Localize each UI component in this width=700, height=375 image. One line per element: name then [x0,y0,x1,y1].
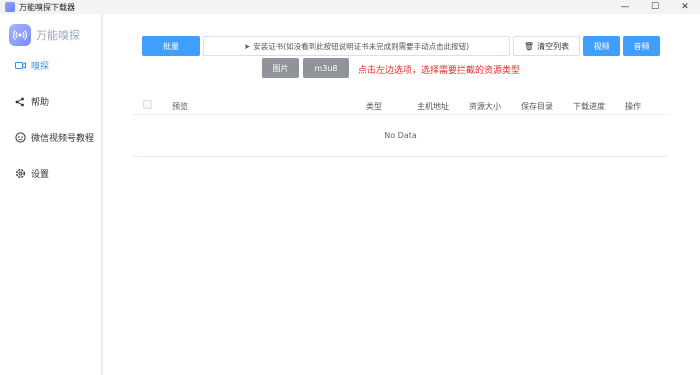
table-header: 预览 类型 主机地址 资源大小 保存目录 下载进度 操作 [132,96,669,115]
camera-icon [14,60,26,72]
share-icon [14,96,26,108]
image-filter-button[interactable]: 图片 [262,58,299,78]
m3u8-filter-label: m3u8 [314,63,338,73]
window-title: 万能嗅探下载器 [19,2,75,12]
clear-list-button[interactable]: 🗑 清空列表 [513,36,580,56]
column-header-host: 主机地址 [417,102,449,111]
trash-icon: 🗑 [523,41,535,51]
column-header-size: 资源大小 [469,102,501,111]
maximize-button[interactable]: ☐ [640,0,670,14]
batch-button[interactable]: 批量 [142,36,200,56]
arrow-icon: ➤ [243,41,251,51]
nav-item-label: 嗅探 [31,62,50,72]
app-icon [5,2,15,12]
nav-item-sniff[interactable]: 嗅探 [14,59,49,72]
sidebar: 万能嗅探 嗅探 帮助 微信视频号教程 设置 [0,14,103,375]
install-certificate-label: 安装证书(如没看到此按钮说明证书未完成则需要手动点击此按钮) [253,41,470,51]
nav-item-help[interactable]: 帮助 [14,95,49,108]
title-bar: 万能嗅探下载器 — ☐ ✕ [0,0,700,14]
column-header-save-dir: 保存目录 [521,102,553,111]
image-filter-label: 图片 [272,63,289,73]
nav-item-wechat-tutorial[interactable]: 微信视频号教程 [14,131,94,144]
video-filter-label: 视频 [593,41,610,51]
nav-item-label: 微信视频号教程 [31,134,95,144]
empty-state-text: No Data [384,131,417,140]
batch-button-label: 批量 [163,41,179,51]
column-header-type: 类型 [366,102,382,111]
empty-state: No Data [132,115,669,157]
column-header-progress: 下载进度 [573,102,605,111]
radar-logo-icon [9,24,31,46]
nav-item-label: 设置 [31,170,50,180]
window-controls: — ☐ ✕ [610,0,700,14]
wechat-icon [14,132,26,144]
brand: 万能嗅探 [9,24,80,46]
filter-hint: 点击左边选项，选择需要拦截的资源类型 [358,66,521,76]
nav-item-label: 帮助 [31,98,50,108]
nav-item-settings[interactable]: 设置 [14,167,49,180]
brand-name: 万能嗅探 [36,29,80,42]
column-header-actions: 操作 [625,102,641,111]
select-all-checkbox[interactable] [143,100,152,109]
resource-table: 预览 类型 主机地址 资源大小 保存目录 下载进度 操作 No Data [132,96,669,157]
column-header-preview: 预览 [172,102,188,111]
minimize-button[interactable]: — [610,0,640,14]
install-certificate-button[interactable]: ➤ 安装证书(如没看到此按钮说明证书未完成则需要手动点击此按钮) [203,36,510,56]
clear-list-label: 清空列表 [537,41,570,51]
audio-filter-label: 音频 [633,41,650,51]
audio-filter-button[interactable]: 音频 [623,36,660,56]
video-filter-button[interactable]: 视频 [583,36,620,56]
m3u8-filter-button[interactable]: m3u8 [303,58,349,78]
close-button[interactable]: ✕ [670,0,700,14]
gear-icon [14,168,26,180]
